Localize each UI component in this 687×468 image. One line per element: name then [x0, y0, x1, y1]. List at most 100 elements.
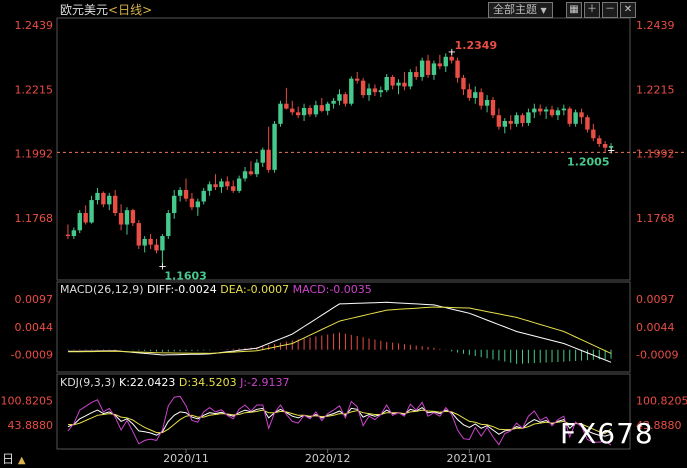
macd-y-tick-left: -0.0009: [11, 348, 53, 361]
candle-body: [236, 178, 242, 191]
candle-body: [520, 115, 525, 123]
candle-body: [484, 99, 490, 106]
candle-body: [490, 99, 496, 116]
candle-body: [526, 112, 531, 123]
candle-body: [130, 210, 136, 224]
candle-body: [355, 78, 360, 81]
candle-body: [201, 190, 206, 202]
low-price-label: 1.1603: [164, 269, 206, 282]
price-y-tick-right: 1.2439: [636, 19, 675, 32]
period-label[interactable]: <日线>: [108, 3, 152, 17]
macd-y-tick-right: -0.0009: [636, 348, 678, 361]
last-low-label: 1.2005: [567, 156, 609, 169]
candle-body: [384, 76, 389, 91]
high-price-label: 1.2349: [455, 39, 497, 52]
candle-body: [473, 92, 478, 98]
kdj-d-line: [67, 409, 612, 435]
candle-body: [172, 195, 177, 214]
candle-body: [467, 89, 472, 98]
candle-body: [65, 234, 71, 237]
candle-body: [248, 171, 254, 175]
candle-body: [319, 105, 324, 111]
candle-body: [272, 123, 277, 170]
macd-indicator-label: MACD(26,12,9): [60, 283, 144, 296]
candle-body: [183, 190, 189, 199]
kdj-d-value: D:34.5203: [178, 376, 237, 389]
instrument-name: 欧元美元: [60, 3, 109, 17]
candle-body: [107, 195, 112, 205]
candle-body: [77, 213, 82, 231]
theme-select-label: 全部主题: [493, 3, 537, 16]
macd-diff-line: [67, 301, 612, 363]
candle-body: [124, 210, 130, 225]
candle-body: [278, 103, 283, 124]
candle-body: [213, 184, 218, 188]
minus-icon[interactable]: －: [602, 2, 618, 18]
candle-body: [496, 115, 502, 127]
price-y-tick-right: 1.2215: [636, 83, 675, 96]
candle-body: [597, 138, 602, 144]
candle-body: [307, 108, 313, 115]
price-y-tick-right: 1.1992: [636, 147, 675, 160]
candle-body: [343, 94, 348, 104]
macd-y-tick-right: 0.0044: [636, 321, 675, 334]
candle-body: [160, 236, 165, 251]
plus-icon[interactable]: ＋: [584, 2, 600, 18]
candle-body: [71, 230, 77, 237]
x-axis-tick-label: 2020/11: [163, 452, 209, 465]
candle-body: [189, 198, 195, 208]
watermark-logo: FX678: [560, 417, 654, 450]
candle-body: [561, 108, 567, 111]
candle-body: [195, 201, 201, 208]
candle-body: [591, 129, 596, 139]
candle-body: [360, 80, 366, 96]
candle-body: [177, 190, 183, 196]
candle-body: [266, 149, 271, 170]
price-y-tick-left: 1.1768: [15, 212, 54, 225]
x-axis-tick-label: 2020/12: [305, 452, 351, 465]
candle-body: [425, 60, 431, 75]
candle-body: [337, 94, 342, 101]
chart-title: 欧元美元<日线>: [60, 3, 152, 17]
candle-body: [89, 200, 94, 223]
candle-body: [225, 181, 230, 187]
candle-body: [437, 63, 443, 67]
macd-y-tick-right: 0.0097: [636, 293, 675, 306]
candle-body: [514, 115, 519, 124]
kdj-y-tick-right: 100.8205: [636, 394, 687, 407]
candle-body: [549, 109, 555, 116]
candle-body: [555, 110, 561, 116]
theme-select-button[interactable]: 全部主题 ▼: [488, 2, 553, 18]
caret-up-icon: ▲: [17, 455, 26, 466]
candle-body: [408, 72, 413, 87]
candle-body: [148, 238, 153, 245]
candle-body: [295, 112, 301, 116]
kdj-j-value: J:-2.9137: [240, 376, 290, 389]
candle-body: [431, 63, 437, 75]
candle-body: [378, 90, 384, 93]
candle-body: [219, 181, 224, 188]
candle-body: [573, 112, 578, 124]
candle-body: [325, 103, 330, 111]
candle-body: [502, 120, 507, 127]
chart-canvas: 1.2439 1.2439 1.2215 1.2215 1.1992 1.1992 1.17…: [1, 17, 687, 465]
macd-y-tick-left: 0.0097: [15, 293, 54, 306]
candle-body: [136, 223, 141, 246]
candle-body: [254, 162, 260, 175]
grid-icon[interactable]: ▦: [566, 2, 582, 18]
candle-body: [284, 103, 289, 109]
candle-body: [538, 108, 543, 112]
candle-body: [443, 56, 448, 67]
timeframe-selector[interactable]: 日 ▲: [2, 452, 26, 468]
candle-body: [142, 238, 147, 246]
candle-body: [366, 88, 372, 96]
candle-body: [260, 149, 265, 163]
kdj-y-tick-left: 43.8880: [8, 419, 54, 432]
candle-body: [390, 76, 395, 86]
close-icon[interactable]: ✕: [620, 2, 636, 18]
candle-body: [231, 186, 236, 191]
kdj-j-line: [67, 395, 612, 446]
price-y-tick-right: 1.1768: [636, 212, 675, 225]
candle-body: [402, 82, 407, 87]
chevron-down-icon: ▼: [540, 6, 547, 15]
